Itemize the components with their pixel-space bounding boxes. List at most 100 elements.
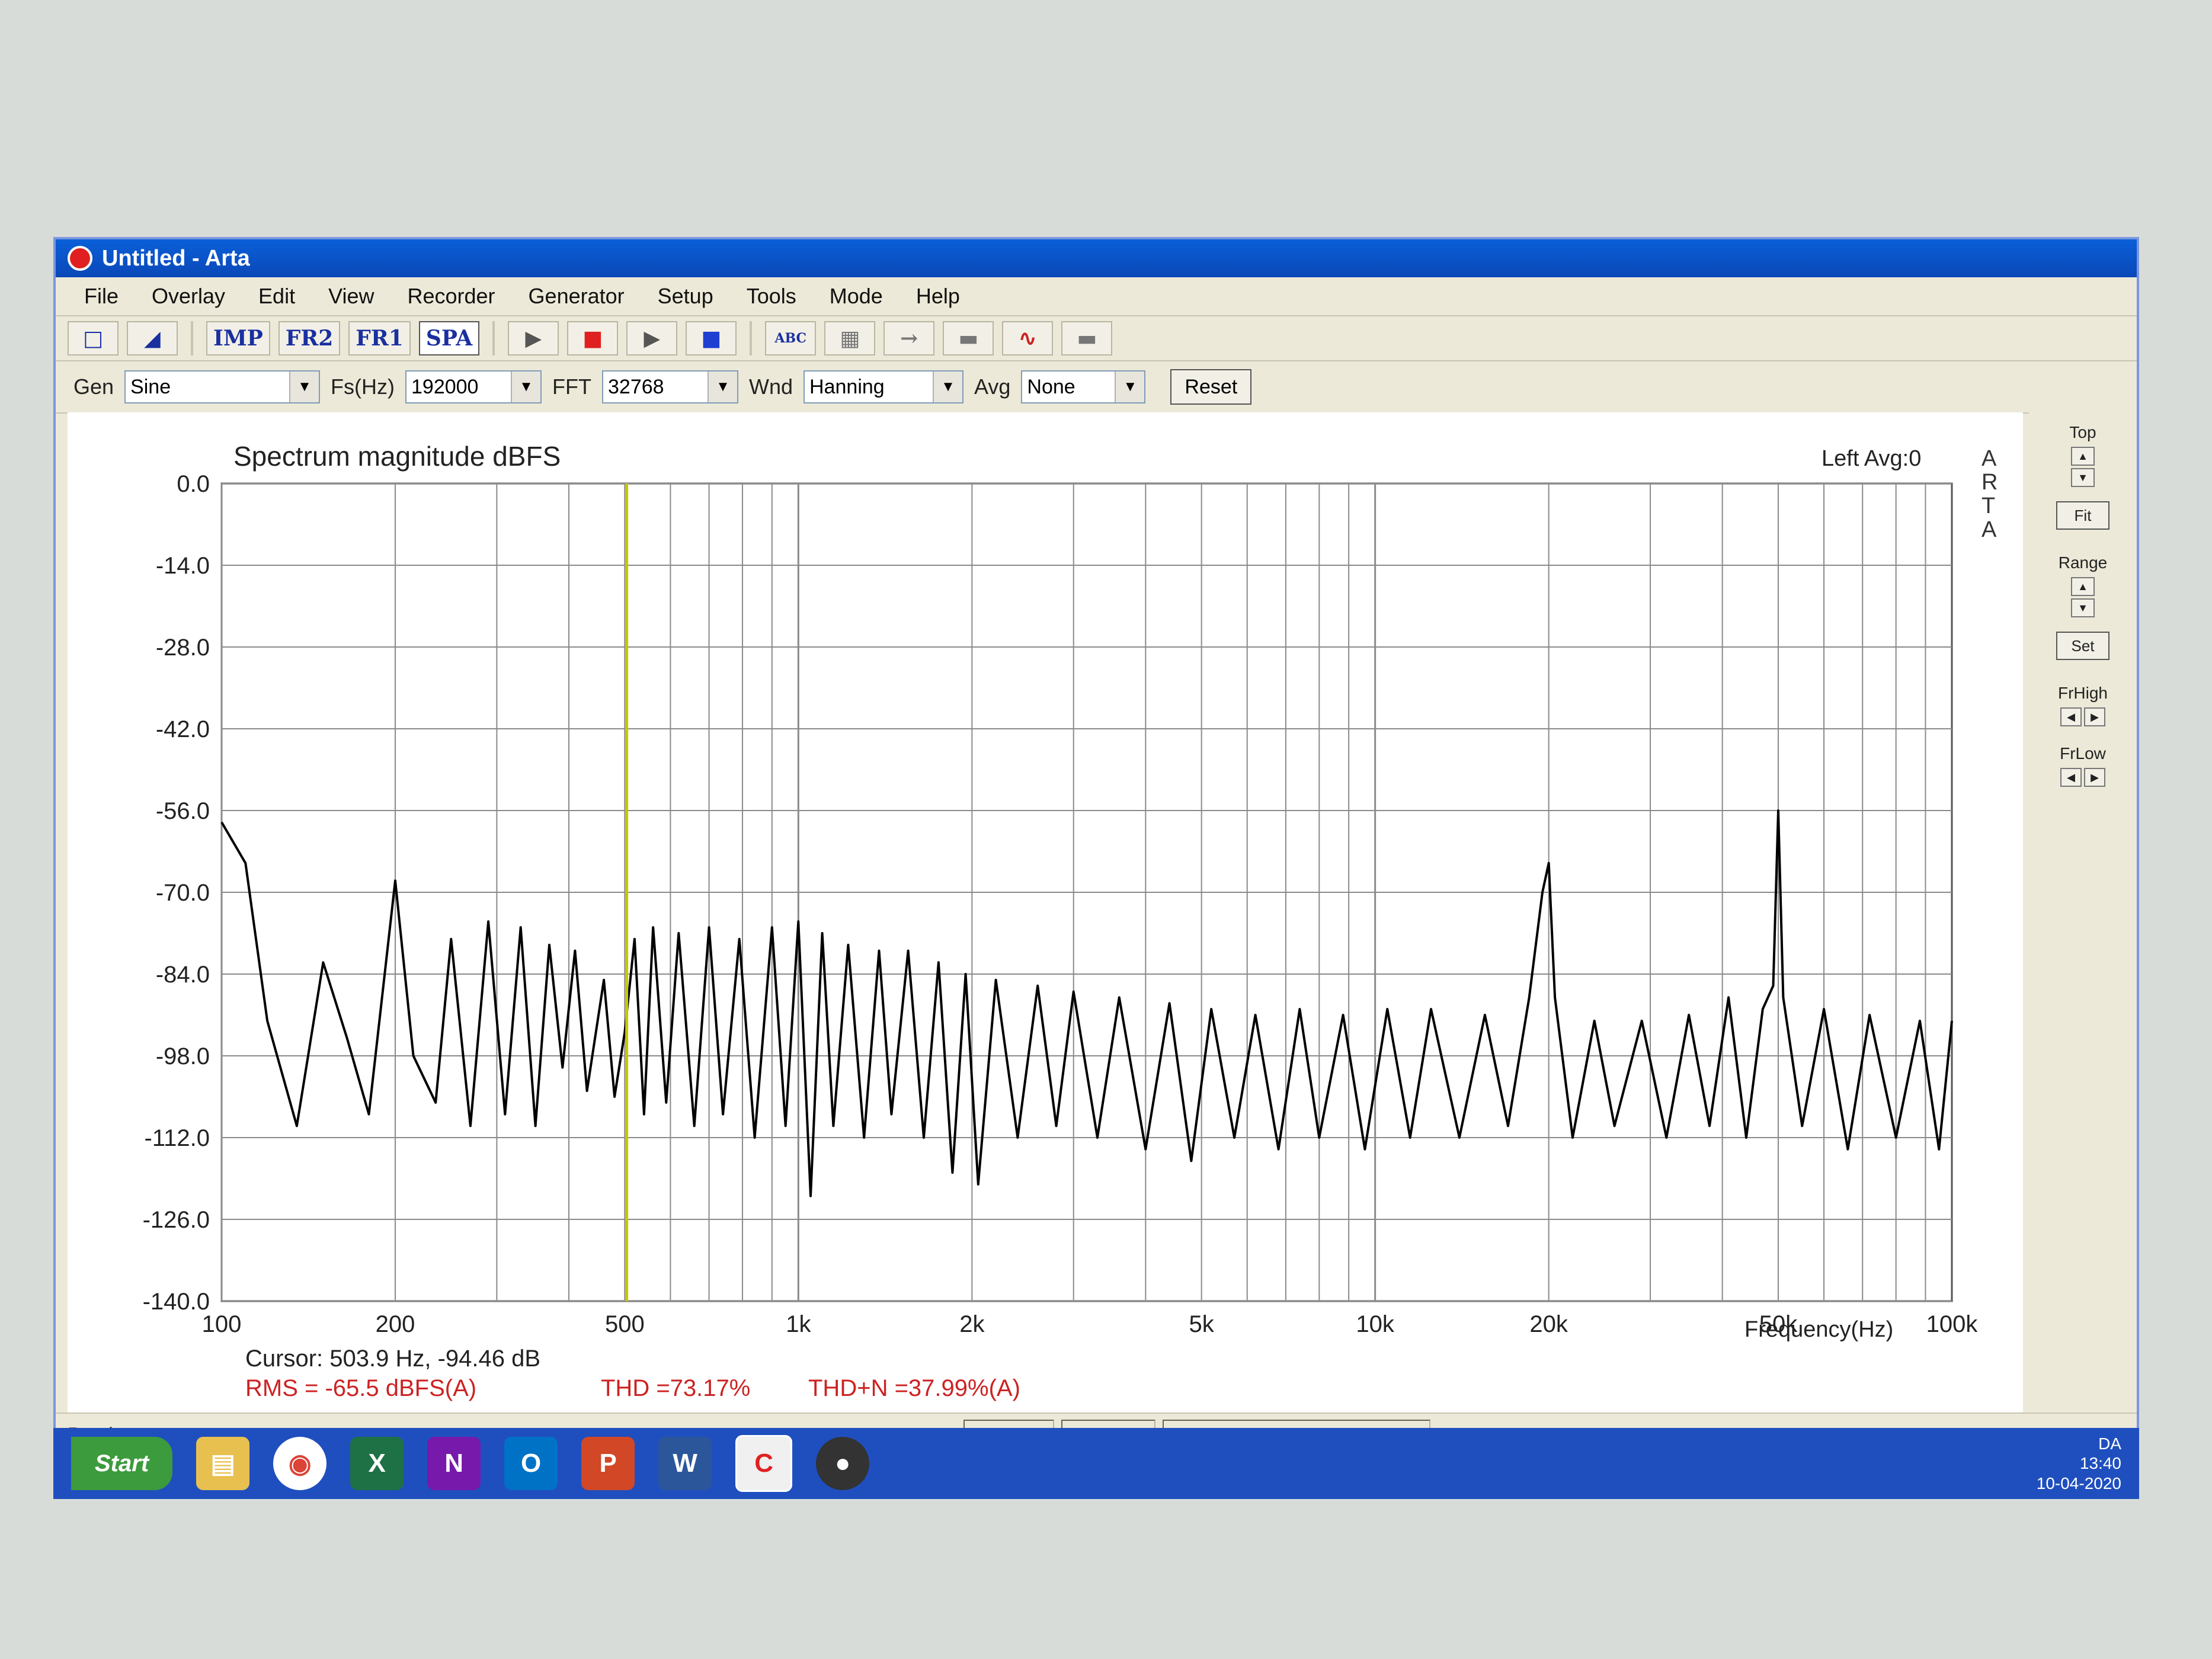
set-button[interactable]: Set	[2056, 632, 2109, 660]
probe-button[interactable]: →	[883, 321, 935, 356]
toolbar-separator	[191, 321, 193, 356]
fit-button[interactable]: Fit	[2056, 501, 2109, 530]
play-button[interactable]: ▶	[508, 321, 559, 356]
menu-mode[interactable]: Mode	[813, 284, 899, 309]
frlow-spinner: ◀ ▶	[2060, 768, 2105, 787]
stop-button[interactable]: ■	[567, 321, 619, 356]
fs-select[interactable]: 192000 ▼	[405, 370, 542, 403]
x-tick-label: 100k	[1926, 1311, 1979, 1337]
menu-tools[interactable]: Tools	[730, 284, 813, 309]
open-file-icon: □	[82, 326, 103, 351]
y-tick-label: -112.0	[145, 1125, 210, 1151]
title-bar[interactable]: Untitled - Arta	[56, 239, 2137, 277]
menu-edit[interactable]: Edit	[242, 284, 312, 309]
x-tick-label: 5k	[1189, 1311, 1215, 1337]
menu-recorder[interactable]: Recorder	[390, 284, 511, 309]
fft-select-value: 32768	[608, 375, 664, 398]
spectrum-trace-group	[220, 809, 1953, 1197]
gray-button-2[interactable]: ▬	[1061, 321, 1113, 356]
wave-button[interactable]: ∿	[1002, 321, 1054, 356]
toolbar: □ ◢ IMP FR2 FR1 SPA ▶ ■ ▶ ■ ABC ▦ → ▬ ∿ …	[56, 316, 2137, 361]
probe-icon: →	[900, 326, 918, 351]
top-up-button[interactable]: ▲	[2071, 447, 2095, 466]
menu-file[interactable]: File	[68, 284, 135, 309]
watermark-letter: A	[1981, 517, 1997, 542]
thdn-readout: THD+N =37.99%(A)	[808, 1375, 1020, 1401]
avg-label: Avg	[974, 374, 1011, 399]
start-button[interactable]: Start	[71, 1437, 173, 1490]
record-stop-button[interactable]: ■	[686, 321, 737, 356]
cursor-tool-button[interactable]: ◢	[127, 321, 178, 356]
clock-date: 10-04-2020	[2036, 1474, 2121, 1493]
wnd-select[interactable]: Hanning ▼	[804, 370, 964, 403]
play-icon: ▶	[644, 326, 661, 351]
spectrum-plot-panel[interactable]: 0.0 -14.0 -28.0 -42.0 -56.0 -70.0 -84.0 -98.0 -1…	[68, 412, 2023, 1455]
frhigh-left-button[interactable]: ◀	[2060, 707, 2082, 726]
plot-grid	[220, 482, 1953, 1302]
y-tick-label: -126.0	[143, 1207, 210, 1233]
y-tick-label: 0.0	[177, 471, 210, 497]
side-panel: Top ▲ ▼ Fit Range ▲ ▼ Set FrHigh ◀ ▶ FrL…	[2029, 412, 2137, 1455]
top-label: Top	[2069, 423, 2096, 441]
fr1-mode-button[interactable]: FR1	[348, 321, 411, 356]
outlook-icon[interactable]: O	[504, 1437, 558, 1490]
open-button[interactable]: □	[68, 321, 119, 356]
language-indicator[interactable]: DA	[2037, 1434, 2121, 1454]
watermark-letter: R	[1981, 470, 1997, 495]
channel-avg-label: Left Avg:0	[1822, 446, 1921, 471]
x-tick-label: 100	[202, 1311, 242, 1337]
bar-icon: ▬	[1077, 326, 1097, 351]
menu-setup[interactable]: Setup	[641, 284, 730, 309]
fft-select[interactable]: 32768 ▼	[602, 370, 738, 403]
word-icon[interactable]: W	[658, 1437, 712, 1490]
frlow-left-button[interactable]: ◀	[2060, 768, 2082, 787]
menu-overlay[interactable]: Overlay	[135, 284, 242, 309]
arrow-icon: ◢	[144, 326, 161, 351]
top-spinner: ▲ ▼	[2071, 447, 2095, 487]
plot-ticks: 0.0 -14.0 -28.0 -42.0 -56.0 -70.0 -84.0 -98.0 -1…	[143, 471, 1979, 1337]
y-tick-label: -56.0	[156, 798, 210, 824]
imp-mode-button[interactable]: IMP	[206, 321, 270, 356]
thd-readout: THD =73.17%	[601, 1375, 750, 1401]
frlow-right-button[interactable]: ▶	[2084, 768, 2105, 787]
range-down-button[interactable]: ▼	[2071, 598, 2095, 617]
gray-button[interactable]: ▬	[943, 321, 994, 356]
abc-button[interactable]: ABC	[765, 321, 817, 356]
chevron-down-icon: ▼	[511, 371, 541, 402]
bar-icon: ▬	[958, 326, 979, 351]
gen-select[interactable]: Sine ▼	[124, 370, 321, 403]
frhigh-right-button[interactable]: ▶	[2084, 707, 2105, 726]
stop-icon: ■	[701, 326, 722, 351]
toolbar-separator	[492, 321, 495, 356]
chrome-icon[interactable]: ◉	[273, 1437, 327, 1490]
chevron-down-icon: ▼	[933, 371, 963, 402]
onenote-icon[interactable]: N	[427, 1437, 481, 1490]
record-play-button[interactable]: ▶	[626, 321, 678, 356]
top-down-button[interactable]: ▼	[2071, 468, 2095, 487]
menu-help[interactable]: Help	[899, 284, 977, 309]
clock-time[interactable]: 13:40	[2037, 1453, 2121, 1474]
gen-label: Gen	[73, 374, 114, 399]
arta-taskbar-icon[interactable]: C	[735, 1435, 793, 1492]
watermark-letter: A	[1981, 446, 1997, 471]
spa-mode-button[interactable]: SPA	[418, 321, 480, 356]
excel-icon[interactable]: X	[350, 1437, 404, 1490]
range-up-button[interactable]: ▲	[2071, 577, 2095, 596]
file-explorer-icon[interactable]: ▤	[196, 1437, 250, 1490]
frhigh-spinner: ◀ ▶	[2060, 707, 2105, 726]
spectrum-plot[interactable]: 0.0 -14.0 -28.0 -42.0 -56.0 -70.0 -84.0 -98.0 -1…	[68, 412, 2023, 1414]
powerpoint-icon[interactable]: P	[581, 1437, 635, 1490]
generic-app-icon[interactable]: ●	[816, 1437, 870, 1490]
y-tick-label: -14.0	[156, 553, 210, 579]
menu-generator[interactable]: Generator	[512, 284, 641, 309]
toolbar-separator	[750, 321, 753, 356]
hatch-icon: ▦	[840, 326, 860, 351]
reset-button[interactable]: Reset	[1170, 369, 1252, 405]
arta-window: Untitled - Arta File Overlay Edit View R…	[53, 237, 2139, 1499]
x-axis-label: Frequency(Hz)	[1744, 1317, 1893, 1342]
wnd-select-value: Hanning	[809, 375, 885, 398]
avg-select[interactable]: None ▼	[1021, 370, 1146, 403]
fr2-mode-button[interactable]: FR2	[278, 321, 341, 356]
hatch-button[interactable]: ▦	[824, 321, 876, 356]
menu-view[interactable]: View	[312, 284, 390, 309]
